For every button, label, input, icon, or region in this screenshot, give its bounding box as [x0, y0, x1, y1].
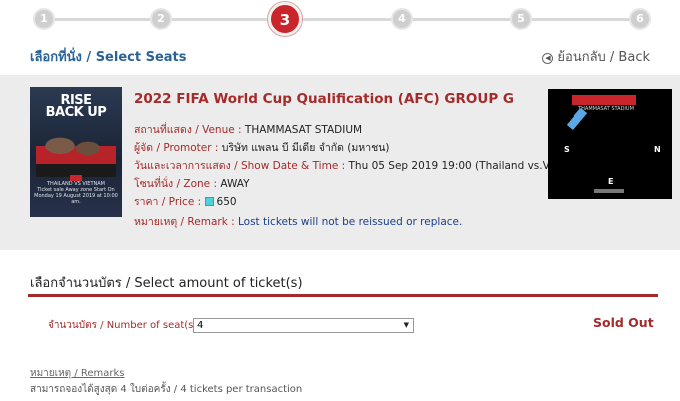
promoter-value: บริษัท แพลน บี มีเดีย จำกัด (มหาชน): [221, 142, 390, 154]
promoter-label: ผู้จัด / Promoter :: [134, 142, 219, 154]
seatmap-east-label: E: [608, 177, 614, 186]
page-header: เลือกที่นั่ง / Select Seats ◀ ย้อนกลับ / …: [0, 40, 680, 70]
poster-headline: RISE BACK UP: [45, 93, 107, 120]
zone-value: AWAY: [220, 178, 250, 190]
seatmap-north-label: N: [654, 145, 661, 154]
remark-label: หมายเหตุ / Remark :: [134, 216, 235, 228]
poster-players-image: [36, 125, 116, 177]
show-date-row: วันและเวลาการแสดง / Show Date & Time : T…: [134, 157, 567, 174]
step-5[interactable]: 5: [510, 8, 532, 30]
page-title: เลือกที่นั่ง / Select Seats: [30, 50, 187, 65]
remarks-link[interactable]: หมายเหตุ / Remarks: [30, 366, 125, 381]
zone-label: โซนที่นั่ง / Zone :: [134, 178, 217, 190]
remark-row: หมายเหตุ / Remark : Lost tickets will no…: [134, 213, 462, 230]
chevron-down-icon: ▼: [403, 321, 409, 329]
venue-label: สถานที่แสดง / Venue :: [134, 124, 242, 136]
venue-value: THAMMASAT STADIUM: [244, 124, 363, 136]
step-6[interactable]: 6: [629, 8, 651, 30]
price-label: ราคา / Price :: [134, 196, 202, 208]
section-divider: [28, 294, 658, 297]
show-date-value: Thu 05 Sep 2019 19:00 (Thailand vs.Vietr: [348, 160, 568, 172]
remark-value: Lost tickets will not be reissued or rep…: [238, 216, 463, 228]
select-amount-title: เลือกจำนวนบัตร / Select amount of ticket…: [30, 276, 303, 291]
seat-count-label: จำนวนบัตร / Number of seat(s) :: [48, 320, 204, 331]
step-2[interactable]: 2: [150, 8, 172, 30]
step-1[interactable]: 1: [33, 8, 55, 30]
event-title: 2022 FIFA World Cup Qualification (AFC) …: [134, 91, 514, 107]
zone-row: โซนที่นั่ง / Zone : AWAY: [134, 175, 250, 192]
seat-count-select[interactable]: 4 ▼: [193, 318, 414, 333]
stepper-track: [40, 18, 640, 21]
sold-out-status: Sold Out: [593, 315, 654, 330]
progress-stepper: 1 2 3 4 5 6: [0, 0, 680, 38]
poster-sale-info: Ticket sale Away zone Start On Monday 19…: [34, 187, 118, 205]
price-value: 650: [216, 196, 237, 208]
seatmap-footer-bar: [594, 189, 624, 193]
remarks-text: สามารถจองได้สูงสุด 4 ใบต่อครั้ง / 4 tick…: [30, 384, 303, 395]
venue-row: สถานที่แสดง / Venue : THAMMASAT STADIUM: [134, 121, 362, 138]
step-3-active[interactable]: 3: [268, 2, 302, 36]
price-row: ราคา / Price : 650: [134, 193, 237, 210]
poster-caption: THAILAND VS VIETNAM Ticket sale Away zon…: [34, 181, 118, 205]
back-button[interactable]: ◀ ย้อนกลับ / Back: [542, 46, 650, 67]
price-color-swatch: [204, 197, 214, 206]
event-poster: RISE BACK UP THAILAND VS VIETNAM Ticket …: [30, 87, 122, 217]
back-arrow-icon: ◀: [542, 53, 554, 64]
stadium-seat-map[interactable]: THAMMASAT STADIUM S N E: [548, 89, 672, 199]
seat-count-value: 4: [197, 320, 204, 331]
event-info-panel: RISE BACK UP THAILAND VS VIETNAM Ticket …: [0, 75, 680, 250]
seatmap-stage: [572, 95, 636, 105]
promoter-row: ผู้จัด / Promoter : บริษัท แพลน บี มีเดี…: [134, 139, 390, 156]
seatmap-south-label: S: [564, 145, 570, 154]
show-date-label: วันและเวลาการแสดง / Show Date & Time :: [134, 160, 346, 172]
back-label: ย้อนกลับ / Back: [557, 50, 650, 65]
step-4[interactable]: 4: [391, 8, 413, 30]
